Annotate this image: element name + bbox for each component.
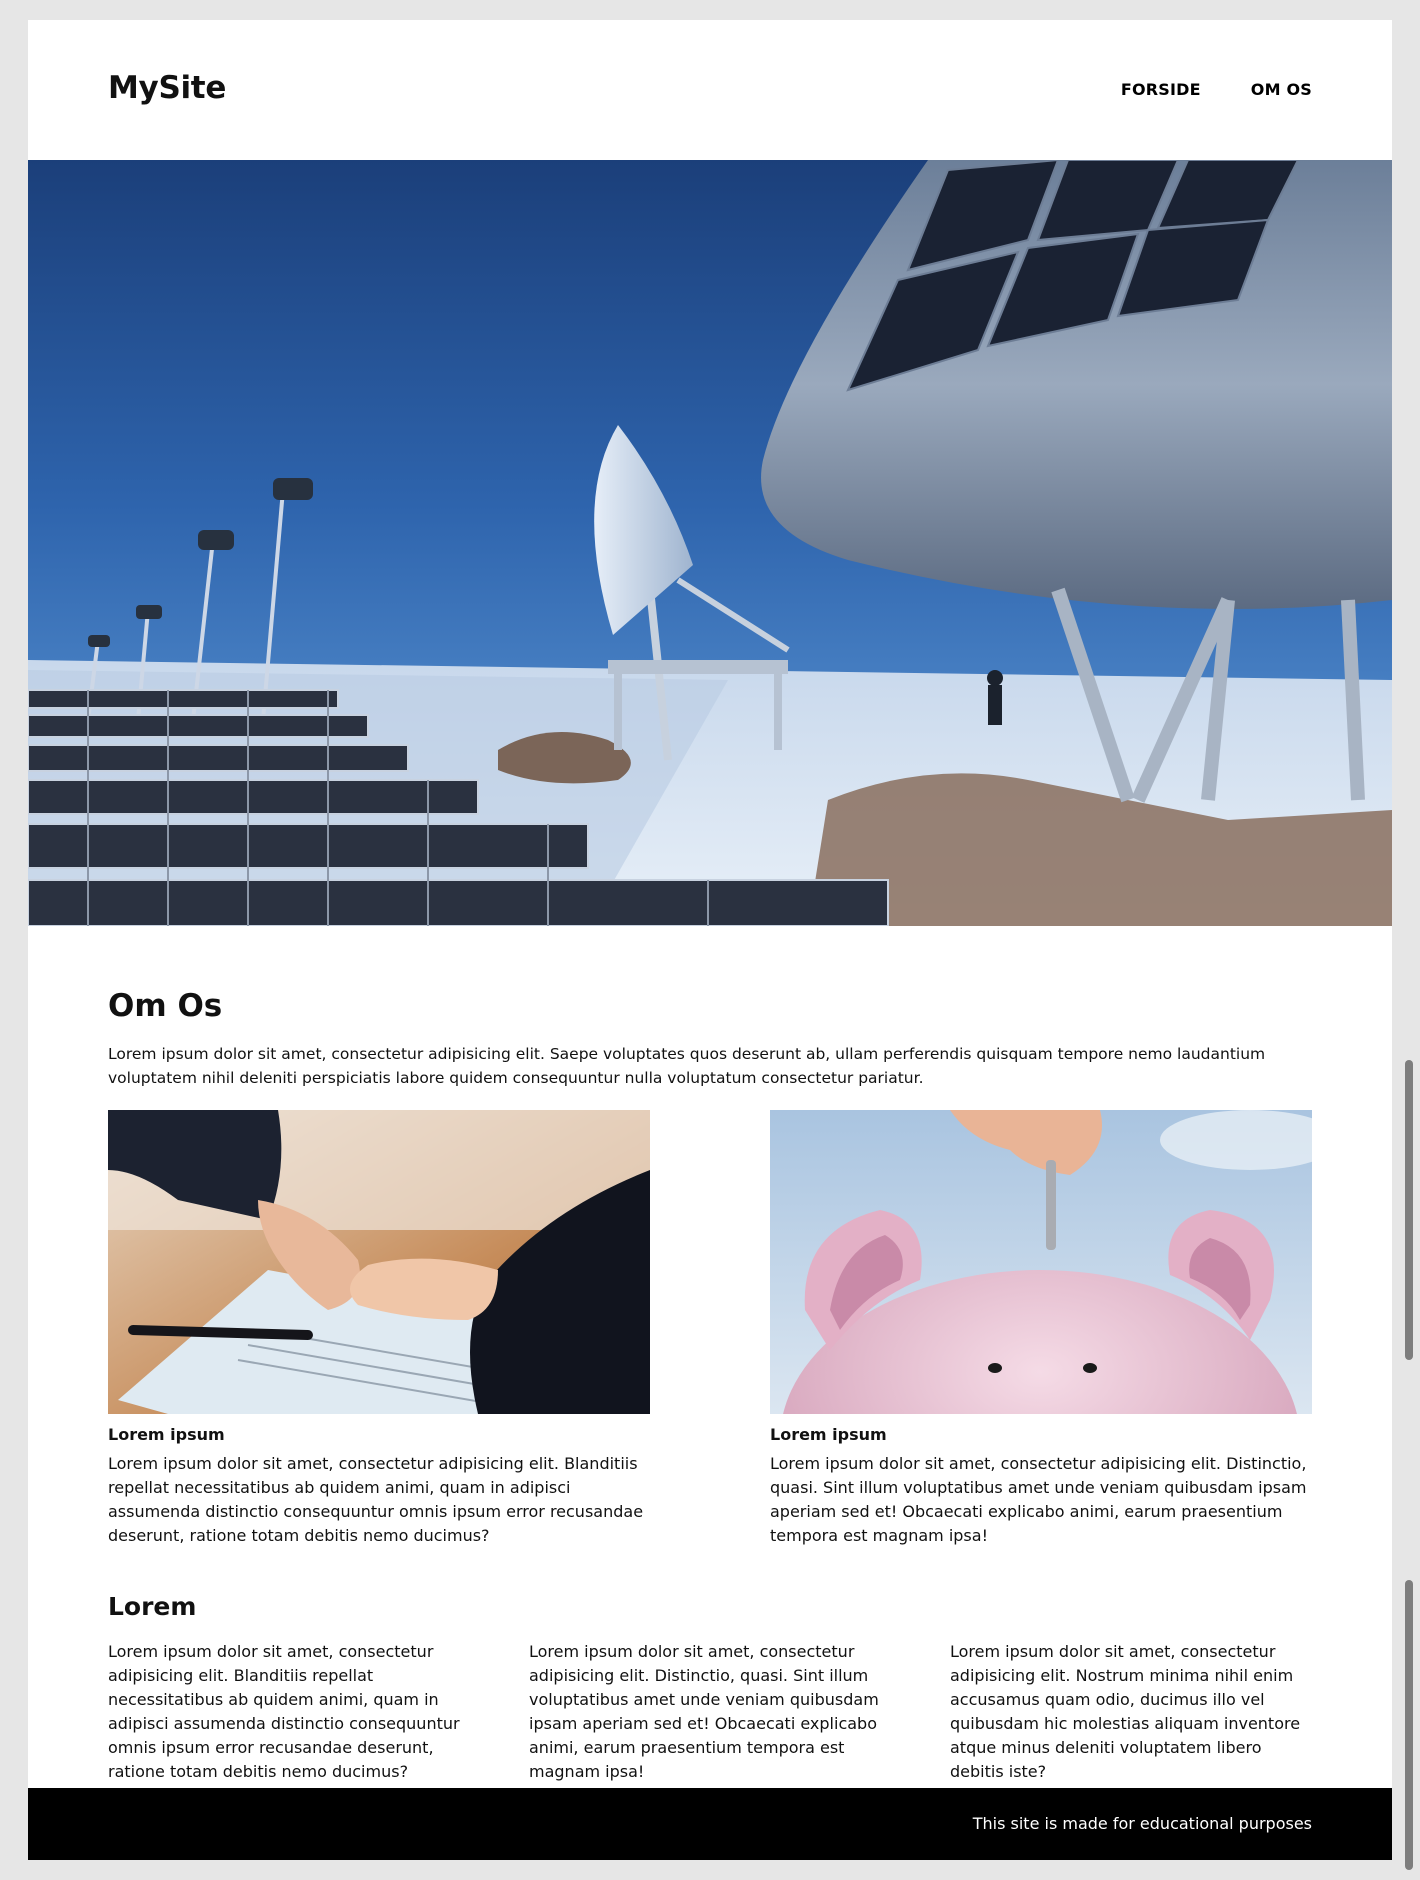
scrollbar[interactable] [1398, 0, 1420, 1880]
site-header: MySite FORSIDE OM OS [28, 20, 1392, 160]
nav-link-om-os[interactable]: OM OS [1251, 80, 1312, 99]
hero-image [28, 160, 1392, 926]
scrollbar-thumb-secondary[interactable] [1405, 1580, 1413, 1870]
about-title: Om Os [108, 988, 223, 1024]
piggy-bank-image [770, 1110, 1312, 1414]
site-footer: This site is made for educational purpos… [28, 1788, 1392, 1860]
footer-text: This site is made for educational purpos… [972, 1814, 1312, 1833]
lorem-title: Lorem [108, 1592, 197, 1621]
text-column: Lorem ipsum dolor sit amet, consectetur … [529, 1642, 879, 1781]
card-piggy-bank: Lorem ipsum Lorem ipsum dolor sit amet, … [770, 1110, 1312, 1548]
nav-link-forside[interactable]: FORSIDE [1121, 80, 1201, 99]
page: MySite FORSIDE OM OS Om Os Lorem ipsum d… [28, 20, 1392, 1860]
handshake-image [108, 1110, 650, 1414]
site-logo[interactable]: MySite [108, 70, 226, 106]
research-station-image [28, 160, 1392, 926]
card-text: Lorem ipsum dolor sit amet, consectetur … [108, 1454, 644, 1545]
about-intro: Lorem ipsum dolor sit amet, consectetur … [108, 1045, 1266, 1087]
card-title: Lorem ipsum [108, 1425, 225, 1444]
card-row: Lorem ipsum Lorem ipsum dolor sit amet, … [108, 1110, 1312, 1560]
card-text: Lorem ipsum dolor sit amet, consectetur … [770, 1454, 1307, 1545]
text-column: Lorem ipsum dolor sit amet, consectetur … [950, 1642, 1301, 1781]
text-column: Lorem ipsum dolor sit amet, consectetur … [108, 1642, 460, 1781]
card-handshake: Lorem ipsum Lorem ipsum dolor sit amet, … [108, 1110, 650, 1548]
main-nav: FORSIDE OM OS [1121, 80, 1312, 99]
card-title: Lorem ipsum [770, 1425, 887, 1444]
scrollbar-thumb[interactable] [1405, 1060, 1413, 1360]
